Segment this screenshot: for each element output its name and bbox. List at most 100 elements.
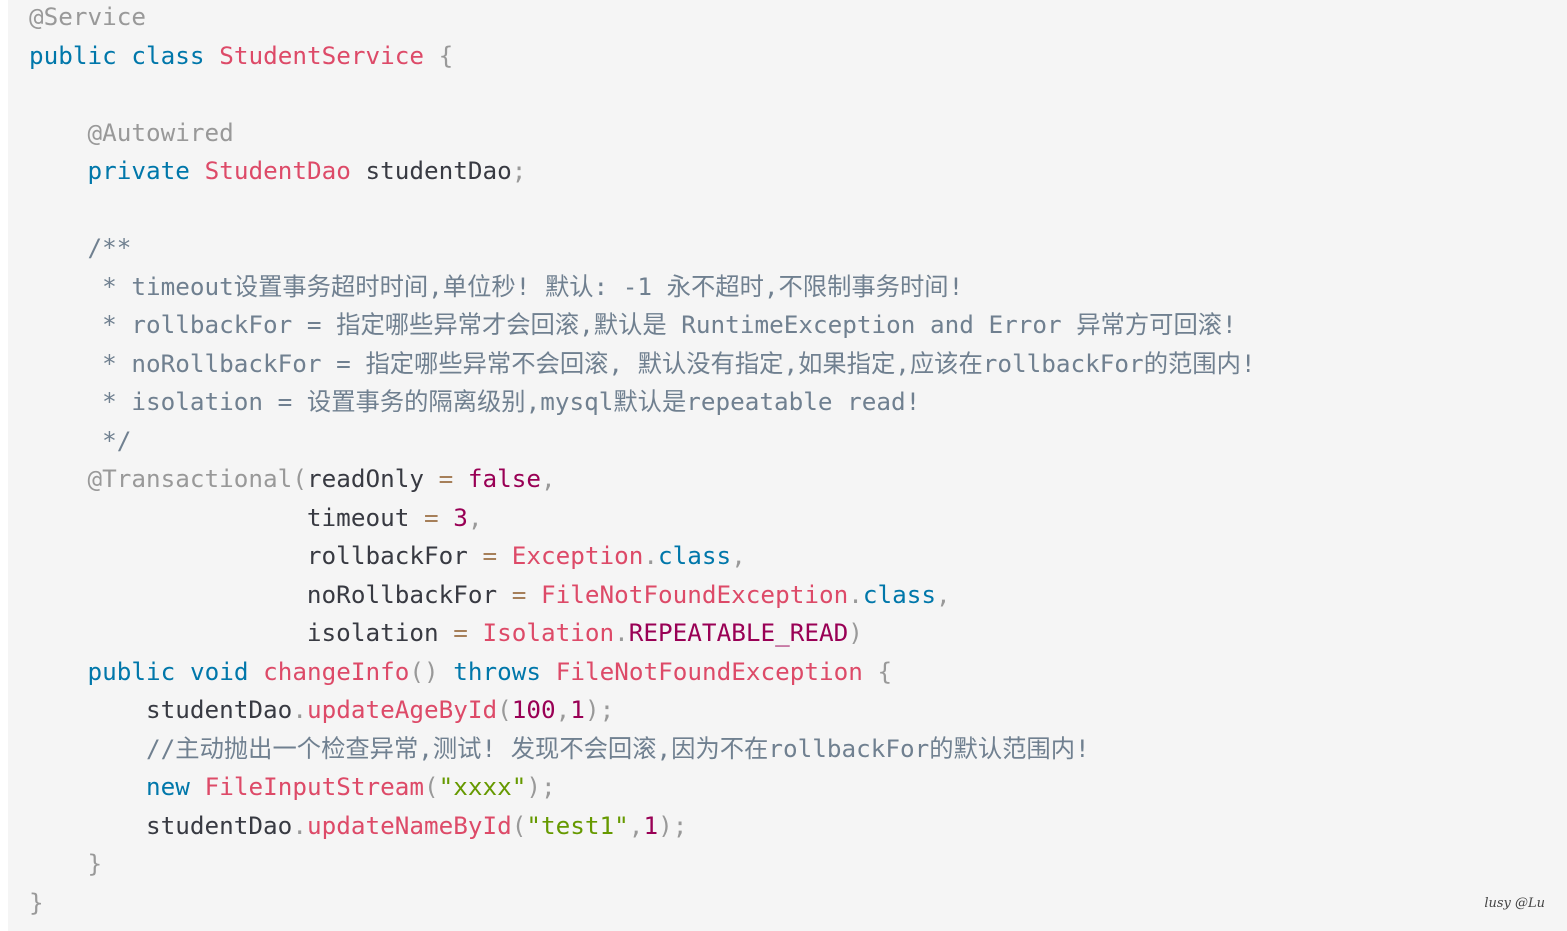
code-token: Exception bbox=[511, 541, 644, 570]
code-block: @Service public class StudentService { ​ @… bbox=[8, 0, 1567, 931]
code-line: noRollbackFor = FileNotFoundException.cl… bbox=[29, 576, 1256, 615]
code-token: throws bbox=[453, 656, 542, 686]
code-line: @Autowired bbox=[29, 114, 1256, 153]
code-token: changeInfo bbox=[263, 656, 410, 686]
code-token: * isolation = 设置事务的隔离级别,mysql默认是repeatab… bbox=[29, 387, 921, 416]
code-token: rollbackFor bbox=[29, 541, 483, 570]
code-token: = bbox=[423, 502, 439, 532]
code-token: * noRollbackFor = 指定哪些异常不会回滚, 默认没有指定,如果指… bbox=[29, 348, 1256, 378]
code-token: * rollbackFor = 指定哪些异常才会回滚,默认是 RuntimeEx… bbox=[29, 310, 1237, 339]
code-token: } bbox=[29, 887, 44, 917]
code-token: = bbox=[482, 541, 498, 570]
code-token: REPEATABLE_READ bbox=[628, 618, 849, 647]
code-token: = bbox=[453, 618, 468, 647]
code-token: ( bbox=[497, 695, 512, 724]
code-token: private bbox=[87, 156, 190, 185]
code-token: * timeout设置事务超时时间,单位秒! 默认: -1 永不超时,不限制事务… bbox=[29, 271, 964, 301]
code-token: 3 bbox=[453, 502, 468, 532]
code-line: studentDao.updateNameById("test1",1); bbox=[29, 807, 1256, 846]
code-token: class bbox=[658, 541, 732, 570]
code-token: StudentDao bbox=[204, 156, 351, 185]
code-token: timeout bbox=[29, 502, 424, 532]
code-token: , bbox=[555, 695, 571, 724]
code-token: @Service bbox=[29, 2, 147, 31]
code-token: ); bbox=[526, 772, 556, 801]
code-token: FileNotFoundException bbox=[541, 579, 849, 609]
java-code-listing: @Service public class StudentService { ​ @… bbox=[29, 0, 1256, 922]
code-token: studentDao bbox=[350, 156, 512, 185]
code-line: public void changeInfo() throws FileNotF… bbox=[29, 653, 1256, 692]
code-line: } bbox=[29, 884, 1256, 923]
code-line: timeout = 3, bbox=[29, 499, 1256, 538]
code-token: new bbox=[146, 772, 190, 801]
code-line: @Service bbox=[29, 0, 1256, 37]
code-token: @Transactional bbox=[87, 464, 293, 493]
code-token: . bbox=[292, 695, 307, 724]
code-line: studentDao.updateAgeById(100,1); bbox=[29, 691, 1256, 730]
code-token: () bbox=[409, 656, 439, 686]
code-line: ​ bbox=[29, 75, 1256, 114]
code-token: { bbox=[438, 40, 454, 70]
code-line: new FileInputStream("xxxx"); bbox=[29, 768, 1256, 807]
code-token: void bbox=[189, 656, 249, 686]
code-line: rollbackFor = Exception.class, bbox=[29, 537, 1256, 576]
code-token: , bbox=[628, 810, 644, 840]
code-token: Isolation bbox=[482, 618, 615, 647]
code-token: , bbox=[731, 541, 746, 570]
code-token: false bbox=[467, 464, 542, 493]
code-token: //主动抛出一个检查异常,测试! 发现不会回滚,因为不在rollbackFor的… bbox=[146, 733, 1090, 763]
code-token: */ bbox=[29, 425, 132, 455]
code-token: . bbox=[848, 579, 863, 609]
code-line: ​ bbox=[29, 191, 1256, 230]
code-line: * isolation = 设置事务的隔离级别,mysql默认是repeatab… bbox=[29, 383, 1256, 422]
code-token: , bbox=[541, 464, 556, 493]
code-token: public bbox=[87, 656, 176, 686]
code-token: ( bbox=[423, 772, 439, 801]
code-token: } bbox=[87, 849, 103, 878]
code-token: studentDao bbox=[29, 810, 293, 840]
code-token: StudentService bbox=[219, 40, 424, 70]
code-line: */ bbox=[29, 422, 1256, 461]
code-token: = bbox=[511, 579, 527, 609]
code-token: = bbox=[438, 464, 454, 493]
code-line: //主动抛出一个检查异常,测试! 发现不会回滚,因为不在rollbackFor的… bbox=[29, 730, 1256, 769]
code-token: studentDao bbox=[29, 695, 293, 724]
code-token: 1 bbox=[643, 810, 659, 840]
code-token: ( bbox=[511, 810, 527, 840]
code-token: updateAgeById bbox=[306, 695, 498, 724]
code-token: ( bbox=[292, 464, 307, 493]
code-token: . bbox=[643, 541, 659, 570]
code-line: * timeout设置事务超时时间,单位秒! 默认: -1 永不超时,不限制事务… bbox=[29, 268, 1256, 307]
code-token: class bbox=[131, 40, 205, 70]
code-token: ); bbox=[658, 810, 688, 840]
code-line: isolation = Isolation.REPEATABLE_READ) bbox=[29, 614, 1256, 653]
code-token: @Autowired bbox=[87, 117, 234, 147]
code-token: class bbox=[862, 579, 936, 609]
code-line: * rollbackFor = 指定哪些异常才会回滚,默认是 RuntimeEx… bbox=[29, 306, 1256, 345]
code-token: { bbox=[877, 656, 893, 686]
code-token: ); bbox=[584, 695, 615, 724]
code-token: "xxxx" bbox=[438, 772, 527, 801]
code-line: /** bbox=[29, 229, 1256, 268]
code-token: FileNotFoundException bbox=[555, 656, 863, 686]
